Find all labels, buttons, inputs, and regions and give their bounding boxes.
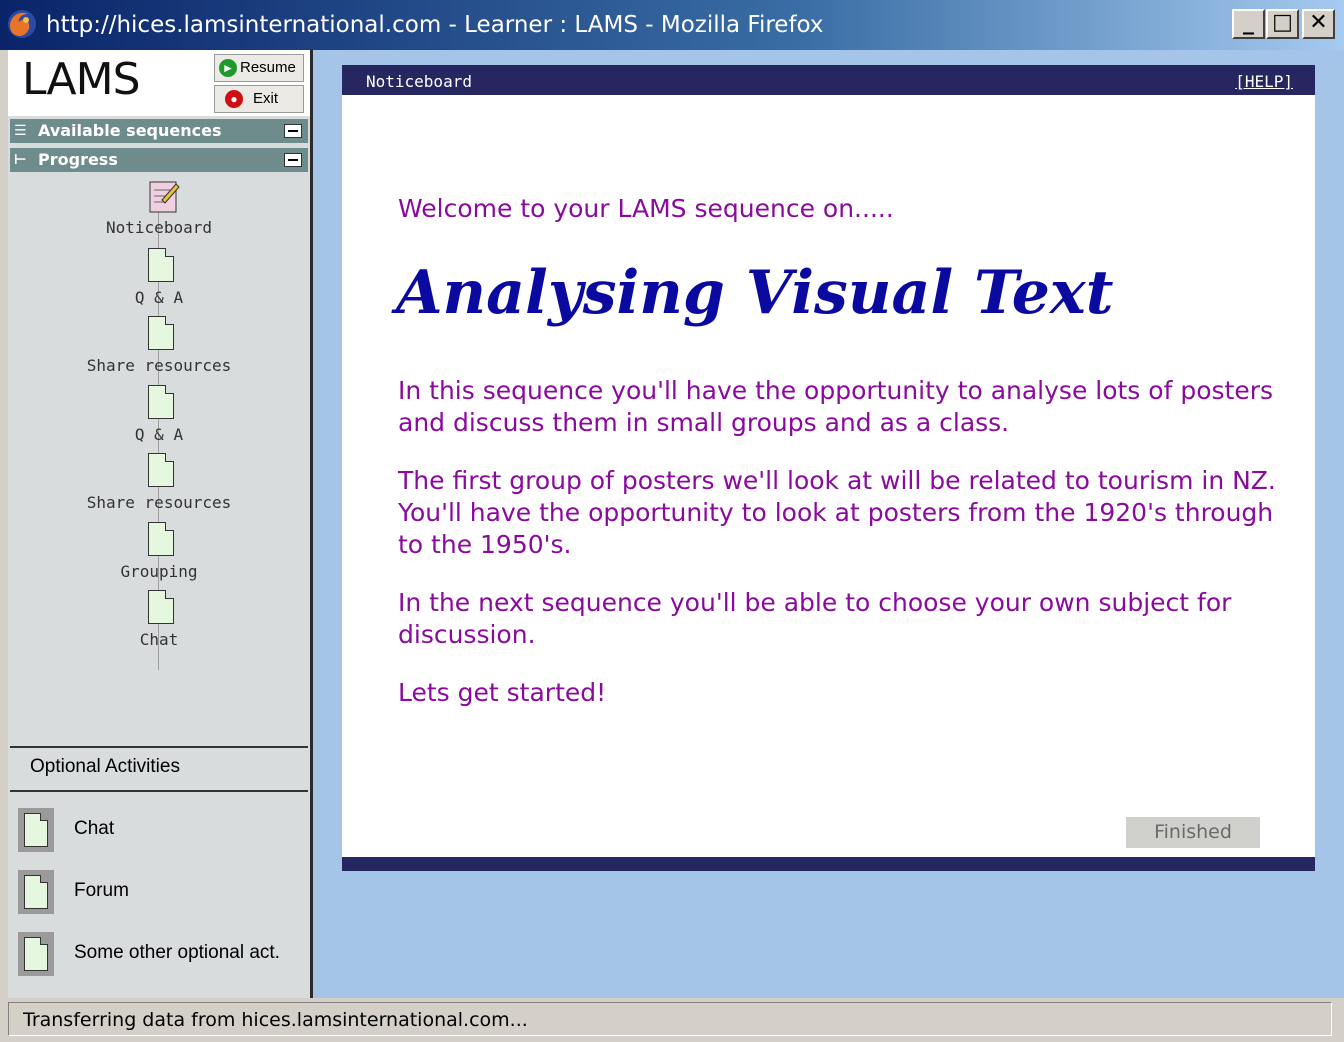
- document-icon: [148, 316, 174, 350]
- sequence-heading: Analysing Visual Text: [396, 258, 1114, 328]
- optional-item-label: Some other optional act.: [74, 942, 280, 963]
- collapse-icon[interactable]: [284, 153, 302, 167]
- help-link[interactable]: [HELP]: [1235, 72, 1293, 91]
- optional-activities-header: Optional Activities: [10, 746, 308, 792]
- document-icon: [148, 522, 174, 556]
- progress-item-share-resources[interactable]: Share resources: [8, 316, 310, 384]
- minimize-button[interactable]: _: [1232, 9, 1265, 39]
- progress-header[interactable]: ⊢ Progress: [10, 148, 308, 172]
- document-icon: [18, 932, 54, 976]
- progress-item-label: Q & A: [134, 425, 184, 444]
- paragraph-4: Lets get started!: [398, 678, 607, 707]
- status-text: Transferring data from hices.lamsinterna…: [23, 1009, 528, 1031]
- progress-item-label: Share resources: [86, 493, 232, 512]
- status-field: Transferring data from hices.lamsinterna…: [8, 1002, 1332, 1036]
- logo-area: LAMS ► Resume ● Exit: [8, 50, 310, 116]
- resume-label: Resume: [240, 59, 296, 76]
- exit-icon: ●: [225, 90, 243, 108]
- optional-item-other[interactable]: Some other optional act.: [18, 932, 308, 980]
- progress-item-noticeboard[interactable]: Noticeboard: [8, 178, 310, 246]
- available-sequences-label: Available sequences: [38, 121, 222, 140]
- progress-list: Noticeboard Q & A Share resources Q & A …: [8, 176, 310, 746]
- firefox-icon: [8, 10, 36, 38]
- progress-label: Progress: [38, 150, 118, 169]
- progress-tree-icon: ⊢: [14, 152, 27, 168]
- window-title: http://hices.lamsinternational.com - Lea…: [46, 12, 824, 38]
- optional-item-label: Forum: [74, 880, 129, 901]
- exit-label: Exit: [253, 90, 279, 107]
- resume-icon: ►: [219, 59, 237, 77]
- document-icon: [148, 385, 174, 419]
- panel-title-bar: Noticeboard [HELP]: [342, 65, 1315, 95]
- optional-item-chat[interactable]: Chat: [18, 808, 308, 856]
- progress-item-label: Q & A: [134, 288, 184, 307]
- optional-item-label: Chat: [74, 818, 115, 839]
- document-icon: [148, 453, 174, 487]
- document-icon: [18, 808, 54, 852]
- progress-item-qa[interactable]: Q & A: [8, 248, 310, 316]
- lams-logo: LAMS: [22, 54, 141, 105]
- maximize-button[interactable]: □: [1266, 9, 1299, 39]
- window-title-bar[interactable]: http://hices.lamsinternational.com - Lea…: [0, 0, 1344, 50]
- available-sequences-header[interactable]: ☰ Available sequences: [10, 119, 308, 143]
- optional-item-forum[interactable]: Forum: [18, 870, 308, 918]
- status-bar: Transferring data from hices.lamsinterna…: [0, 998, 1344, 1042]
- noticeboard-icon: [149, 181, 180, 213]
- learner-sidebar: LAMS ► Resume ● Exit ☰ Available sequenc…: [8, 50, 313, 998]
- resume-button[interactable]: ► Resume: [214, 54, 304, 82]
- panel-title: Noticeboard: [366, 72, 472, 91]
- optional-activities-label: Optional Activities: [30, 756, 180, 777]
- progress-item-label: Noticeboard: [106, 218, 212, 237]
- noticeboard-panel: Noticeboard [HELP] Welcome to your LAMS …: [342, 65, 1315, 871]
- progress-item-label: Grouping: [120, 562, 198, 581]
- document-icon: [148, 248, 174, 282]
- paragraph-3: In the next sequence you'll be able to c…: [398, 588, 1232, 649]
- exit-button[interactable]: ● Exit: [214, 85, 304, 113]
- sequences-tree-icon: ☰: [14, 123, 27, 139]
- collapse-icon[interactable]: [284, 124, 302, 138]
- progress-item-qa[interactable]: Q & A: [8, 385, 310, 453]
- progress-item-label: Share resources: [86, 356, 232, 375]
- main-area: Noticeboard [HELP] Welcome to your LAMS …: [313, 50, 1344, 998]
- progress-item-share-resources[interactable]: Share resources: [8, 453, 310, 521]
- progress-item-chat[interactable]: Chat: [8, 590, 310, 658]
- progress-item-label: Chat: [139, 630, 179, 649]
- welcome-text: Welcome to your LAMS sequence on.....: [398, 194, 894, 223]
- document-icon: [18, 870, 54, 914]
- progress-item-grouping[interactable]: Grouping: [8, 522, 310, 590]
- paragraph-1: In this sequence you'll have the opportu…: [398, 376, 1273, 437]
- document-icon: [148, 590, 174, 624]
- close-button[interactable]: ✕: [1302, 9, 1335, 39]
- finished-button[interactable]: Finished: [1126, 817, 1260, 848]
- panel-bottom-bar: [342, 857, 1315, 871]
- paragraph-2: The first group of posters we'll look at…: [398, 466, 1276, 559]
